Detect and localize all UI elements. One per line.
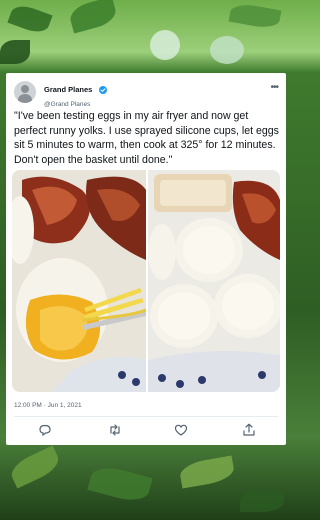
divider	[14, 416, 278, 417]
tweet-text: "I've been testing eggs in my air fryer …	[14, 110, 279, 166]
photo-right-eggs-toast	[148, 170, 280, 392]
user-handle[interactable]: @Grand Planes	[44, 101, 107, 108]
retweet-icon[interactable]	[107, 422, 123, 438]
photo-left-eggs-bacon	[12, 170, 147, 392]
reply-icon[interactable]	[37, 422, 53, 438]
tweet-timestamp[interactable]: 12:00 PM · Jun 1, 2021	[14, 402, 82, 409]
avatar[interactable]	[14, 81, 36, 103]
like-icon[interactable]	[173, 422, 189, 438]
verified-badge-icon	[98, 85, 107, 94]
tweet-actions	[6, 422, 286, 438]
tweet-photo[interactable]	[12, 170, 280, 392]
share-icon[interactable]	[241, 422, 257, 438]
tweet-card[interactable]: Grand Planes @Grand Planes ••• "I've bee…	[6, 73, 286, 445]
display-name[interactable]: Grand Planes	[44, 85, 92, 94]
more-icon[interactable]: •••	[270, 82, 278, 93]
tweet-header: Grand Planes @Grand Planes •••	[14, 79, 279, 108]
